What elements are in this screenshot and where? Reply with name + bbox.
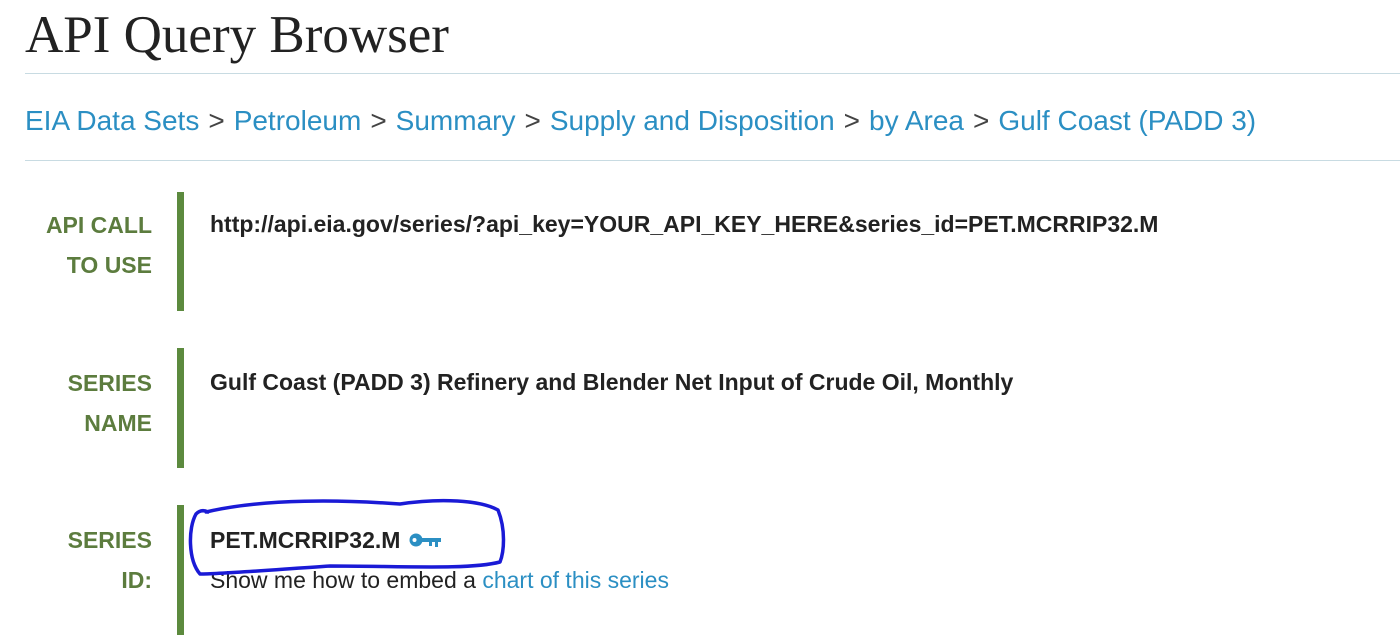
series-id-label-line1: SERIES — [67, 527, 152, 553]
series-id-label: SERIES ID: — [0, 520, 152, 600]
series-id-label-line2: ID: — [121, 567, 152, 593]
breadcrumb-separator: > — [972, 105, 990, 136]
page-title: API Query Browser — [25, 6, 449, 64]
series-name-label-line2: NAME — [84, 410, 152, 436]
api-call-label: API CALL TO USE — [0, 205, 152, 285]
breadcrumb-supply-and-disposition[interactable]: Supply and Disposition — [550, 105, 835, 136]
series-id-value: PET.MCRRIP32.M — [210, 527, 401, 553]
embed-instructions: Show me how to embed a chart of this ser… — [210, 564, 669, 596]
api-call-label-line2: TO USE — [66, 252, 152, 278]
series-name-accent-bar — [177, 348, 184, 468]
breadcrumb-separator: > — [208, 105, 225, 136]
series-name-value: Gulf Coast (PADD 3) Refinery and Blender… — [210, 369, 1014, 395]
key-icon[interactable] — [408, 522, 442, 558]
breadcrumb-summary[interactable]: Summary — [396, 105, 516, 136]
breadcrumb-eia-data-sets[interactable]: EIA Data Sets — [25, 105, 199, 136]
embed-prefix-text: Show me how to embed a — [210, 567, 483, 593]
api-call-label-line1: API CALL — [45, 212, 152, 238]
breadcrumb-separator: > — [370, 105, 387, 136]
series-name-label-line1: SERIES — [67, 370, 152, 396]
chart-embed-link[interactable]: chart of this series — [482, 567, 669, 593]
key-icon-svg — [409, 533, 442, 547]
breadcrumb: EIA Data Sets > Petroleum > Summary > Supply a… — [25, 104, 1256, 138]
breadcrumb-by-area[interactable]: by Area — [869, 105, 964, 136]
series-id-accent-bar — [177, 505, 184, 635]
series-id-container: PET.MCRRIP32.M — [210, 522, 442, 558]
breadcrumb-separator: > — [524, 105, 541, 136]
breadcrumb-separator: > — [843, 105, 861, 136]
breadcrumb-petroleum[interactable]: Petroleum — [234, 105, 362, 136]
title-divider — [25, 73, 1400, 74]
api-call-url[interactable]: http://api.eia.gov/series/?api_key=YOUR_… — [210, 206, 1158, 242]
api-call-accent-bar — [177, 192, 184, 311]
breadcrumb-gulf-coast[interactable]: Gulf Coast (PADD 3) — [998, 105, 1256, 136]
breadcrumb-divider — [25, 160, 1400, 161]
series-name-label: SERIES NAME — [0, 363, 152, 443]
